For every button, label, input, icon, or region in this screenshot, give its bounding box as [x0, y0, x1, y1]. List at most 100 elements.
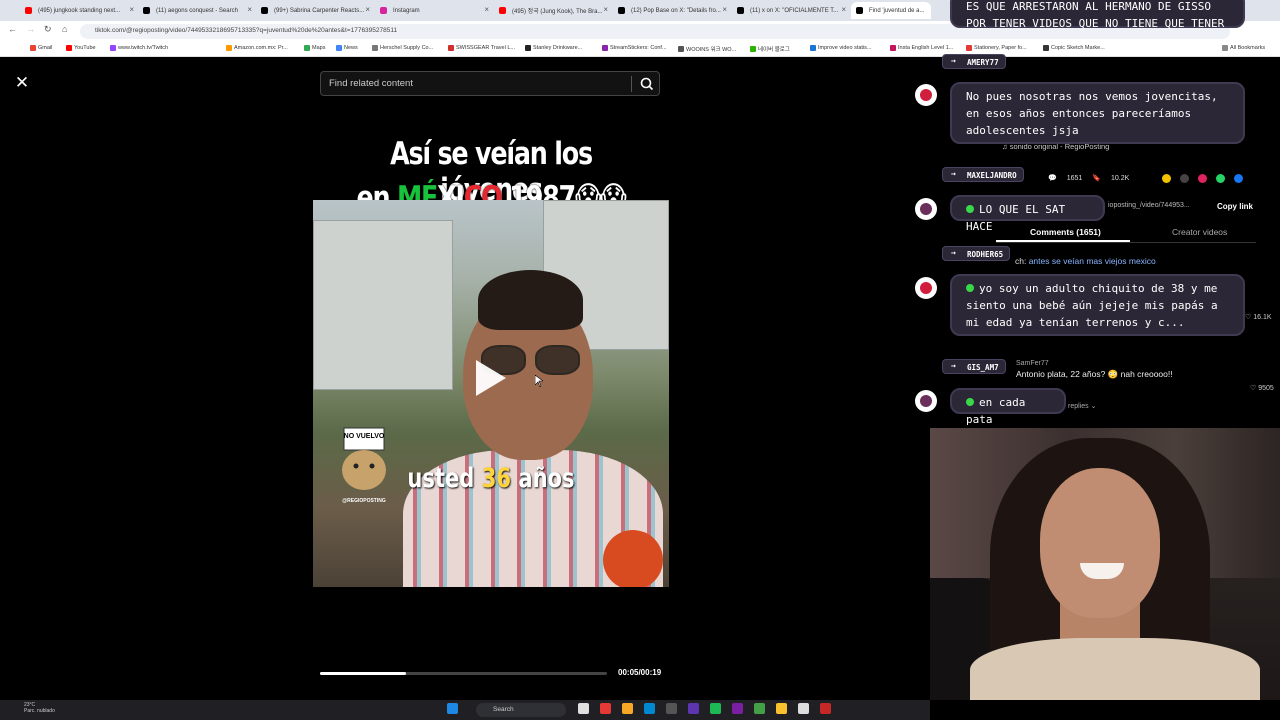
- task-view-icon[interactable]: [578, 703, 589, 714]
- spotify-icon[interactable]: [710, 703, 721, 714]
- app-icon[interactable]: [820, 703, 831, 714]
- tab-comments[interactable]: Comments (1651): [1030, 227, 1101, 237]
- app-icon[interactable]: [732, 703, 743, 714]
- tiktok-icon: [261, 7, 268, 14]
- video-link: ioposting_/video/744953...: [1108, 202, 1190, 209]
- video-progress-fill: [320, 672, 407, 675]
- streamer-face: [1040, 468, 1160, 618]
- video-time: 00:05/00:19: [618, 668, 662, 677]
- forward-icon[interactable]: →: [26, 24, 35, 34]
- video-subtitle: usted 36 años: [407, 463, 575, 494]
- bookmark-maps[interactable]: Maps: [304, 45, 325, 51]
- embed-icon[interactable]: [1180, 174, 1189, 183]
- app-icon[interactable]: [688, 703, 699, 714]
- bookmark-icon[interactable]: 🔖: [1092, 174, 1101, 182]
- comment-text: Antonio plata, 22 años? 😳 nah creoooo!!: [1016, 369, 1173, 379]
- facebook-icon[interactable]: [1234, 174, 1243, 183]
- like-count[interactable]: ♡ 9505: [1250, 384, 1274, 392]
- tab-creator-videos[interactable]: Creator videos: [1172, 227, 1227, 237]
- mouse-cursor-icon: [535, 375, 543, 387]
- weather-widget[interactable]: 23°C Parc. nublado: [24, 702, 55, 714]
- app-icon[interactable]: [666, 703, 677, 714]
- whatsapp-icon[interactable]: [1216, 174, 1225, 183]
- bookmark-twitch[interactable]: www.twitch.tv/Twitch: [110, 45, 168, 51]
- app-icon[interactable]: [798, 703, 809, 714]
- close-icon[interactable]: ✕: [12, 73, 32, 93]
- tab-7[interactable]: (11) x on X: "OFICIALMENTE T... ×: [732, 2, 850, 19]
- windows-taskbar: [0, 700, 930, 720]
- close-tab-icon[interactable]: ×: [841, 5, 846, 14]
- reload-icon[interactable]: ↻: [44, 24, 52, 35]
- status-dot-icon: [966, 205, 974, 213]
- tab-5[interactable]: (495) 정국 (Jung Kook), The Bra... ×: [494, 2, 612, 19]
- app-icon[interactable]: [600, 703, 611, 714]
- chat-message: LO QUE EL SAT HACE: [950, 195, 1105, 233]
- status-dot-icon: [966, 284, 974, 292]
- close-tab-icon[interactable]: ×: [722, 5, 727, 14]
- bookmark-all[interactable]: All Bookmarks: [1222, 45, 1265, 51]
- bookmark-stationery[interactable]: Stationery, Paper fo...: [966, 45, 1027, 51]
- search-icon[interactable]: [639, 76, 655, 92]
- chat-message: yo soy un adulto chiquito de 38 y me sie…: [950, 274, 1245, 336]
- close-tab-icon[interactable]: ×: [484, 5, 489, 14]
- like-count[interactable]: ♡ 16.1K: [1245, 313, 1272, 321]
- bookmark-insta-english[interactable]: Insta English Level 1...: [890, 45, 953, 51]
- comment-icon[interactable]: 💬: [1048, 174, 1057, 182]
- bookmark-naver-blog[interactable]: 네이버 블로그: [750, 45, 790, 53]
- tab-8-active[interactable]: Find 'juventud de a...: [851, 2, 931, 19]
- chat-username: RODHER65: [942, 246, 1011, 261]
- bookmark-herschel[interactable]: Herschel Supply Co...: [372, 45, 433, 51]
- bookmark-stanley[interactable]: Stanley Drinkware...: [525, 45, 582, 51]
- chat-message: ES QUE ARRESTARON AL HERMANO DE GISSO PO…: [950, 0, 1245, 30]
- chat-username: MAXELJANDRO: [942, 167, 1024, 182]
- search-input[interactable]: Find related content: [320, 71, 660, 96]
- play-icon[interactable]: [476, 360, 506, 396]
- tab-6[interactable]: (12) Pop Base on X: "Details fro... ×: [613, 2, 731, 19]
- x-icon: [143, 7, 150, 14]
- active-tab-indicator: [996, 240, 1130, 242]
- x-icon: [618, 7, 625, 14]
- bookmark-copic[interactable]: Copic Sketch Marke...: [1043, 45, 1105, 51]
- bookmark-amazon[interactable]: Amazon.com.mx: Pr...: [226, 45, 288, 51]
- chat-badge-icon: [915, 84, 937, 106]
- tab-1[interactable]: (495) jungkook standing next... ×: [20, 2, 138, 19]
- start-icon[interactable]: [447, 703, 458, 714]
- chat-username: AMERY77: [942, 54, 1006, 69]
- close-tab-icon[interactable]: ×: [129, 5, 134, 14]
- bookmark-swissgear[interactable]: SWISSGEAR Travel L...: [448, 45, 515, 51]
- video-stats: 💬 1651 🔖 10.2K: [1048, 174, 1130, 183]
- bookmark-youtube[interactable]: YouTube: [66, 45, 96, 51]
- x-icon: [737, 7, 744, 14]
- close-tab-icon[interactable]: ×: [603, 5, 608, 14]
- chat-badge-icon: [915, 390, 937, 412]
- bookmark-video-stats[interactable]: Improve video statis...: [810, 45, 872, 51]
- tab-2[interactable]: (11) aegons conquest - Search ×: [138, 2, 256, 19]
- youtube-icon: [25, 7, 32, 14]
- view-replies-link[interactable]: replies ⌄: [1068, 402, 1096, 410]
- bookmark-news[interactable]: News: [336, 45, 358, 51]
- tab-4[interactable]: Instagram ×: [375, 2, 493, 19]
- comment-username[interactable]: SamFer77: [1016, 360, 1049, 367]
- taskbar-search[interactable]: Search: [476, 703, 566, 717]
- bookmark-wooins[interactable]: WOOINS 워크 WO...: [678, 45, 736, 53]
- bookmark-streamstickers[interactable]: StreamStickers: Conf...: [602, 45, 667, 51]
- back-icon[interactable]: ←: [8, 24, 17, 34]
- home-icon[interactable]: ⌂: [62, 24, 67, 34]
- edge-icon[interactable]: [644, 703, 655, 714]
- tab-3[interactable]: (99+) Sabrina Carpenter Reacts... ×: [256, 2, 374, 19]
- copy-link-button[interactable]: Copy link: [1217, 202, 1253, 211]
- microphone: [603, 530, 663, 587]
- chat-username: GIS_AM7: [942, 359, 1006, 374]
- video-progress-bar[interactable]: [320, 672, 607, 675]
- chat-badge-icon: [915, 198, 937, 220]
- chrome-icon[interactable]: [776, 703, 787, 714]
- close-tab-icon[interactable]: ×: [365, 5, 370, 14]
- share-icon[interactable]: [1162, 174, 1171, 183]
- file-explorer-icon[interactable]: [622, 703, 633, 714]
- tiktok-icon: [856, 7, 863, 14]
- close-tab-icon[interactable]: ×: [247, 5, 252, 14]
- app-icon[interactable]: [754, 703, 765, 714]
- sticker-brand: @REGIOPOSTING: [342, 498, 386, 504]
- bookmark-gmail[interactable]: Gmail: [30, 45, 52, 51]
- send-icon[interactable]: [1198, 174, 1207, 183]
